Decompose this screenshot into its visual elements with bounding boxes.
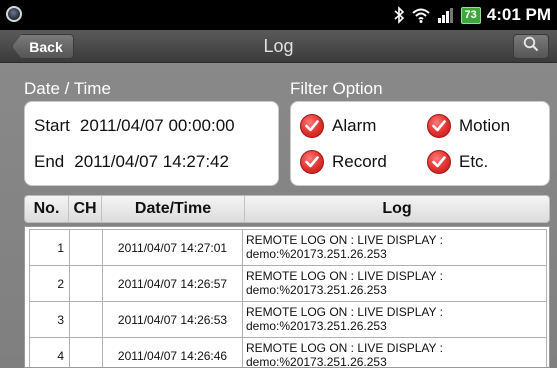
cell-datetime: 2011/04/07 14:27:01 — [103, 230, 243, 265]
filter-etc-label: Etc. — [459, 152, 489, 171]
log-text-line2: demo:%20173.251.26.253 — [246, 247, 387, 261]
log-table-header: No. CH Date/Time Log — [24, 195, 550, 223]
status-clock: 4:01 PM — [486, 5, 551, 24]
cell-no: 1 — [30, 230, 70, 265]
checkmark-icon — [300, 114, 324, 138]
filter-option-panel: Alarm Motion Record Etc. — [290, 101, 550, 186]
battery-icon: 73 — [460, 6, 481, 24]
start-row[interactable]: Start 2011/04/07 00:00:00 — [34, 116, 235, 136]
cell-no: 3 — [30, 302, 70, 337]
column-header-no[interactable]: No. — [25, 196, 69, 222]
filter-alarm-label: Alarm — [332, 116, 377, 135]
filter-record-label: Record — [332, 152, 387, 171]
cell-no: 4 — [30, 338, 70, 367]
wifi-icon — [411, 7, 431, 23]
table-row[interactable]: 1 2011/04/07 14:27:01 REMOTE LOG ON : LI… — [29, 229, 547, 266]
start-value: 2011/04/07 00:00:00 — [79, 116, 235, 135]
cell-datetime: 2011/04/07 14:26:46 — [103, 338, 243, 367]
search-icon — [523, 36, 539, 57]
cell-ch — [70, 338, 103, 367]
cell-datetime: 2011/04/07 14:26:53 — [103, 302, 243, 337]
page-title: Log — [263, 36, 294, 56]
log-text-line1: REMOTE LOG ON : LIVE DISPLAY : — [246, 341, 443, 355]
cell-log: REMOTE LOG ON : LIVE DISPLAY : demo:%201… — [243, 230, 546, 265]
status-bar: 73 4:01 PM — [0, 0, 557, 30]
log-text-line2: demo:%20173.251.26.253 — [246, 355, 387, 368]
filter-option-label: Filter Option — [290, 79, 383, 98]
filter-motion[interactable]: Motion — [427, 114, 510, 138]
cell-ch — [70, 230, 103, 265]
date-time-label: Date / Time — [24, 79, 111, 98]
cell-no: 2 — [30, 266, 70, 301]
title-bar: Log Back — [0, 30, 557, 63]
filter-record[interactable]: Record — [300, 150, 387, 174]
search-button[interactable] — [513, 34, 549, 59]
start-label: Start — [34, 116, 70, 135]
table-row[interactable]: 4 2011/04/07 14:26:46 REMOTE LOG ON : LI… — [29, 337, 547, 368]
cell-log: REMOTE LOG ON : LIVE DISPLAY : demo:%201… — [243, 266, 546, 301]
cell-log: REMOTE LOG ON : LIVE DISPLAY : demo:%201… — [243, 338, 546, 368]
cell-ch — [70, 266, 103, 301]
cell-datetime: 2011/04/07 14:26:57 — [103, 266, 243, 301]
column-header-ch[interactable]: CH — [69, 196, 102, 222]
checkmark-icon — [300, 150, 324, 174]
cell-log: REMOTE LOG ON : LIVE DISPLAY : demo:%201… — [243, 302, 546, 337]
bluetooth-icon — [393, 6, 405, 24]
log-table[interactable]: 1 2011/04/07 14:27:01 REMOTE LOG ON : LI… — [24, 226, 550, 368]
table-row[interactable]: 2 2011/04/07 14:26:57 REMOTE LOG ON : LI… — [29, 265, 547, 302]
app-icon — [6, 6, 22, 22]
date-time-panel: Start 2011/04/07 00:00:00 End 2011/04/07… — [24, 101, 279, 186]
signal-icon — [437, 7, 455, 23]
column-header-datetime[interactable]: Date/Time — [102, 196, 245, 222]
end-label: End — [34, 152, 65, 171]
end-row[interactable]: End 2011/04/07 14:27:42 — [34, 152, 229, 172]
filter-etc[interactable]: Etc. — [427, 150, 488, 174]
cell-ch — [70, 302, 103, 337]
table-row[interactable]: 3 2011/04/07 14:26:53 REMOTE LOG ON : LI… — [29, 301, 547, 338]
log-text-line1: REMOTE LOG ON : LIVE DISPLAY : — [246, 269, 443, 283]
filter-motion-label: Motion — [459, 116, 511, 135]
status-icons: 73 4:01 PM — [393, 0, 551, 30]
filter-alarm[interactable]: Alarm — [300, 114, 376, 138]
log-text-line2: demo:%20173.251.26.253 — [246, 319, 387, 333]
log-text-line1: REMOTE LOG ON : LIVE DISPLAY : — [246, 233, 443, 247]
end-value: 2011/04/07 14:27:42 — [74, 152, 229, 171]
column-header-log[interactable]: Log — [245, 196, 549, 222]
log-text-line2: demo:%20173.251.26.253 — [246, 283, 387, 297]
log-text-line1: REMOTE LOG ON : LIVE DISPLAY : — [246, 305, 443, 319]
checkmark-icon — [427, 114, 451, 138]
checkmark-icon — [427, 150, 451, 174]
back-button[interactable]: Back — [12, 34, 74, 59]
